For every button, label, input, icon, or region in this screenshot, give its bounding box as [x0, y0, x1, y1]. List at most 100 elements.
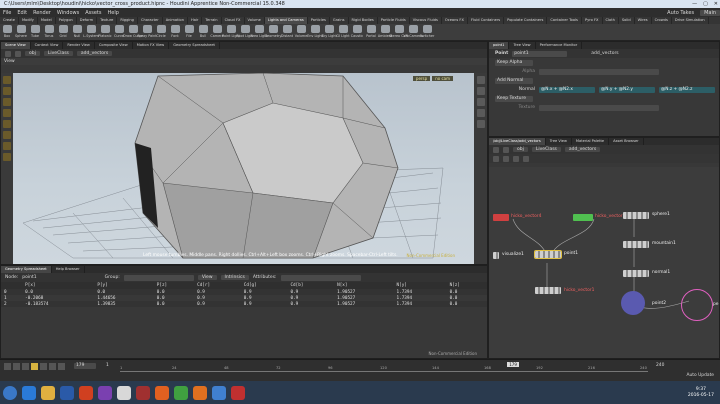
handle-tool-icon[interactable] [3, 120, 11, 128]
scale-tool-icon[interactable] [3, 109, 11, 117]
shelf-tab[interactable]: Crowds [652, 17, 672, 24]
view-icon[interactable] [503, 155, 509, 162]
add-icon[interactable] [493, 155, 499, 162]
explorer-icon[interactable] [41, 385, 55, 400]
normal-x-field[interactable]: @N.x + @N2.x [539, 86, 595, 93]
shelf-tool[interactable]: Spray Paint [137, 24, 157, 40]
shelf-tool[interactable]: Circle [154, 24, 168, 40]
tab-help-browser[interactable]: Help Browser [52, 266, 85, 273]
powerpoint-icon[interactable] [79, 385, 93, 400]
shelf-tab[interactable]: Rigid Bodies [349, 17, 378, 24]
node-hicko-vector1[interactable] [535, 287, 561, 294]
shelf-tab[interactable]: Solid [619, 17, 635, 24]
tab-performance-monitor[interactable]: Performance Monitor [536, 42, 583, 49]
visual-studio-icon[interactable] [98, 385, 112, 400]
shelf-tab[interactable]: Pyro FX [582, 17, 603, 24]
shelf-tab[interactable]: Terrain [202, 17, 222, 24]
shelf-tool[interactable]: Volume [294, 24, 308, 40]
pose-tool-icon[interactable] [3, 131, 11, 139]
shelf-tool[interactable]: Distant [280, 24, 294, 40]
rotate-tool-icon[interactable] [3, 98, 11, 106]
snap-icon[interactable] [476, 120, 485, 128]
clock[interactable]: 9:37 2016-05-17 [688, 387, 714, 399]
magnet-icon[interactable] [3, 153, 11, 161]
alpha-field[interactable] [539, 68, 659, 75]
add-normal-menu[interactable]: Add Normal [495, 77, 533, 84]
display-options-icon[interactable] [476, 76, 485, 84]
path-liveclass[interactable]: LiveClass [43, 51, 73, 56]
shelf-tool[interactable]: GI Light [336, 24, 350, 40]
node-hicko-vector3[interactable] [573, 214, 593, 221]
shelf-tool[interactable]: Caustic [350, 24, 364, 40]
tab-network[interactable]: /obj/LiveClass/add_vectors [489, 138, 546, 145]
column-header[interactable]: Cd[g] [240, 282, 288, 289]
shelf-tab[interactable]: Volume [245, 17, 265, 24]
firefox-icon[interactable] [155, 385, 169, 400]
app-icon[interactable] [117, 385, 131, 400]
node-point1[interactable] [534, 250, 562, 259]
prev-frame-icon[interactable] [13, 363, 20, 370]
net-path-add-vectors[interactable]: add_vectors [564, 147, 601, 152]
column-header[interactable] [1, 282, 23, 289]
node-mountain1[interactable] [623, 241, 649, 248]
keep-alpha-menu[interactable]: Keep Alpha [495, 59, 533, 66]
net-forward-icon[interactable] [503, 146, 509, 153]
notepad-icon[interactable] [212, 385, 226, 400]
shelf-tool[interactable]: Switcher [420, 24, 434, 40]
shelf-tab[interactable]: Texture [97, 17, 118, 24]
shelf-tab[interactable]: Lights and Cameras [264, 17, 308, 24]
shaded-icon[interactable] [476, 98, 485, 106]
shelf-tab[interactable]: Particle Fluids [378, 17, 410, 24]
keep-texture-menu[interactable]: Keep Texture [495, 95, 533, 102]
tab-tree-view[interactable]: Tree View [509, 42, 536, 49]
auto-takes[interactable]: Auto Takes [667, 10, 694, 16]
shelf-tool[interactable]: Sky Light [321, 24, 337, 40]
wireframe-icon[interactable] [476, 87, 485, 95]
maximize-icon[interactable]: ▢ [703, 0, 708, 8]
shelf-tab[interactable]: Polygon [56, 17, 77, 24]
node-sphere1[interactable] [623, 212, 649, 219]
chrome-icon[interactable] [174, 385, 188, 400]
cam-menu[interactable]: no cam [432, 76, 453, 81]
play-icon[interactable] [40, 363, 47, 370]
camera-menu[interactable]: persp no cam [412, 76, 453, 81]
shelf-tab[interactable]: Deform [77, 17, 98, 24]
shelf-tab[interactable]: Populate Containers [504, 17, 548, 24]
close-icon[interactable]: ✕ [714, 0, 718, 8]
shelf-tab[interactable]: Rigging [117, 17, 138, 24]
tab-spreadsheet[interactable]: Geometry Spreadsheet [1, 266, 52, 273]
tab-asset-browser[interactable]: Asset Browser [609, 138, 644, 145]
menu-edit[interactable]: Edit [17, 10, 27, 16]
attributes-field[interactable] [280, 274, 361, 281]
shelf-tool[interactable]: Torus [42, 24, 56, 40]
frame-field[interactable]: 179 [74, 363, 96, 369]
move-tool-icon[interactable] [3, 87, 11, 95]
shelf-tool[interactable]: Portal [364, 24, 378, 40]
path-add-vectors[interactable]: add_vectors [76, 51, 113, 56]
column-header[interactable]: N[y] [393, 282, 447, 289]
3d-viewport[interactable]: persp no cam Left mouse tumbles. Middle p… [13, 72, 475, 264]
shelf-tool[interactable]: File [182, 24, 196, 40]
shelf-tab[interactable]: Container Tools [547, 17, 582, 24]
tools-icon[interactable] [513, 155, 519, 162]
shelf-tab[interactable]: Cloud FX [222, 17, 245, 24]
path-obj[interactable]: obj [25, 51, 40, 56]
desktop-select[interactable]: Main [700, 9, 720, 16]
stop-icon[interactable] [31, 363, 38, 370]
group-field[interactable] [123, 274, 194, 281]
timeline-ruler[interactable]: 1 24 48 72 96 120 144 168 192 216 240 179 [120, 362, 648, 372]
first-frame-icon[interactable] [4, 363, 11, 370]
node-pe[interactable] [681, 289, 713, 321]
tab-composite-view[interactable]: Composite View [95, 42, 133, 49]
normal-z-field[interactable]: @N.z + @N2.z [659, 86, 715, 93]
shelf-tab[interactable]: Drive Simulation [672, 17, 709, 24]
shelf-tool[interactable]: Grid [56, 24, 70, 40]
shelf-tab[interactable]: Model [38, 17, 56, 24]
shelf-tool[interactable]: Box [0, 24, 14, 40]
shelf-tool[interactable]: Geometry [265, 24, 281, 40]
node-normal1[interactable] [623, 270, 649, 277]
shelf-tool[interactable]: Platonic [98, 24, 112, 40]
column-header[interactable]: P[z] [153, 282, 195, 289]
paint-tool-icon[interactable] [3, 142, 11, 150]
shelf-tab[interactable]: Cloth [603, 17, 619, 24]
